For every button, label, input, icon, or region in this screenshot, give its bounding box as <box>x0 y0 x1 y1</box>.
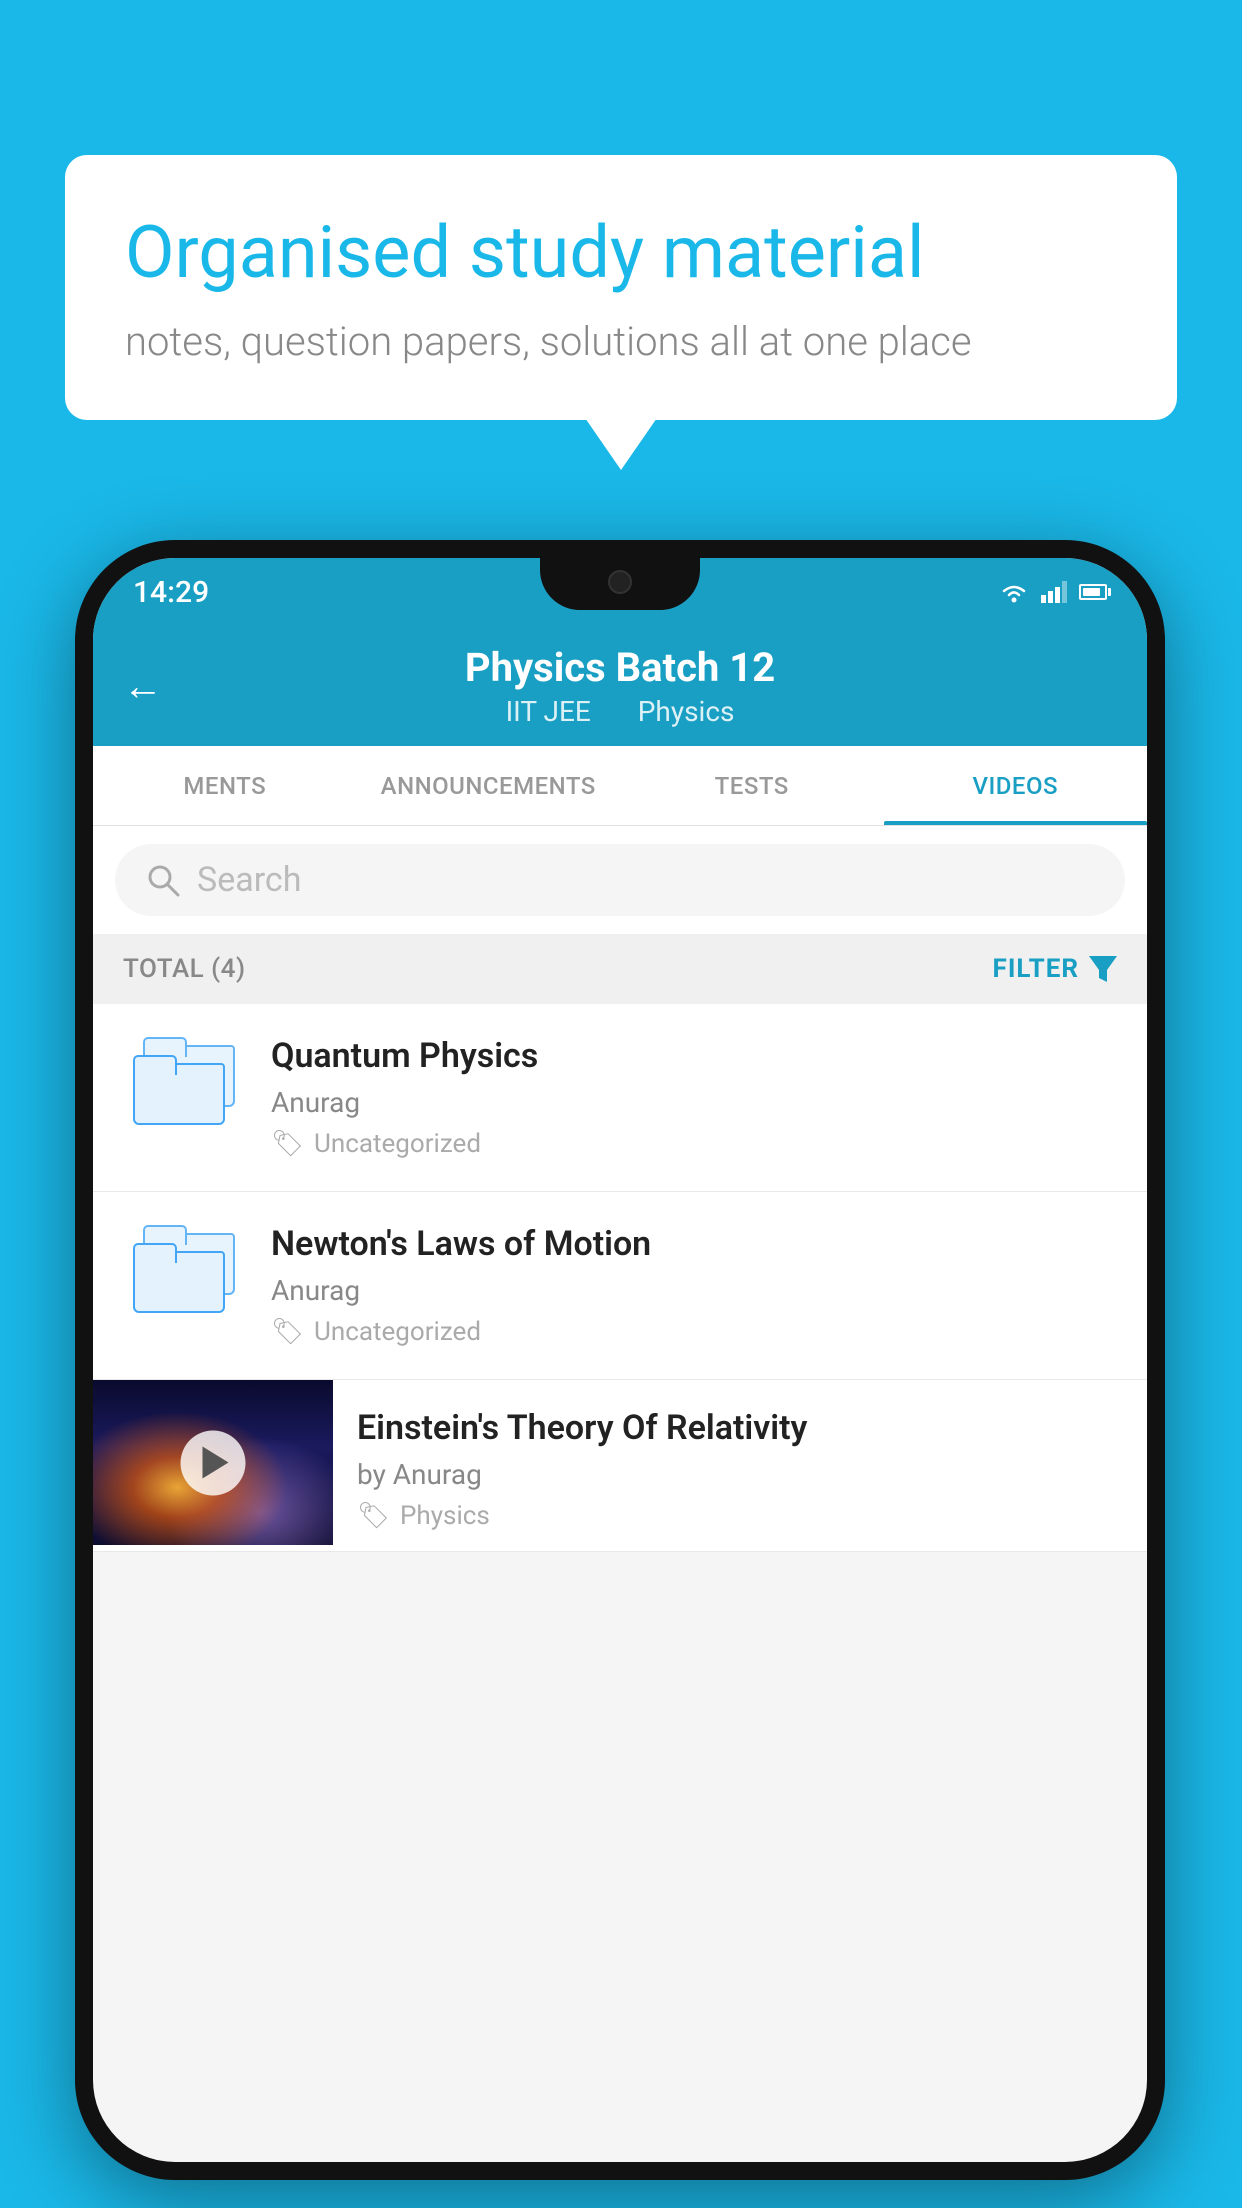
tab-announcements[interactable]: ANNOUNCEMENTS <box>357 746 621 825</box>
speech-bubble-section: Organised study material notes, question… <box>65 155 1177 420</box>
filter-row: TOTAL (4) FILTER <box>93 934 1147 1004</box>
bubble-subtitle: notes, question papers, solutions all at… <box>125 318 1117 365</box>
video-item-info-3: Einstein's Theory Of Relativity by Anura… <box>333 1380 1147 1551</box>
phone-frame: 14:29 <box>75 540 1165 2180</box>
video-author-1: Anurag <box>271 1086 1117 1119</box>
app-bar-title: Physics Batch 12 <box>465 644 775 691</box>
video-item-info-1: Quantum Physics Anurag 🏷 Uncategorized <box>271 1036 1117 1159</box>
search-icon <box>145 862 181 898</box>
folder-thumb-2 <box>123 1224 243 1314</box>
list-item[interactable]: Quantum Physics Anurag 🏷 Uncategorized <box>93 1004 1147 1192</box>
app-bar-subtitle-physics: Physics <box>638 695 735 728</box>
tag-label-2: Uncategorized <box>314 1317 481 1347</box>
status-time: 14:29 <box>133 575 209 610</box>
video-title-2: Newton's Laws of Motion <box>271 1224 1117 1264</box>
bubble-title: Organised study material <box>125 210 1117 296</box>
search-placeholder: Search <box>197 860 301 900</box>
video-list: Quantum Physics Anurag 🏷 Uncategorized <box>93 1004 1147 1552</box>
phone-screen: 14:29 <box>93 558 1147 2162</box>
play-icon <box>203 1447 229 1479</box>
camera-icon <box>608 570 632 594</box>
back-button[interactable]: ← <box>123 663 163 710</box>
tag-icon-3: 🏷 <box>357 1501 390 1531</box>
filter-icon <box>1089 956 1117 982</box>
video-tag-2: 🏷 Uncategorized <box>271 1317 1117 1347</box>
video-title-1: Quantum Physics <box>271 1036 1117 1076</box>
video-author-2: Anurag <box>271 1274 1117 1307</box>
folder-icon-2 <box>133 1225 233 1313</box>
list-item[interactable]: Newton's Laws of Motion Anurag 🏷 Uncateg… <box>93 1192 1147 1380</box>
tab-ments[interactable]: MENTS <box>93 746 357 825</box>
app-bar-subtitle-iit: IIT JEE <box>506 695 591 728</box>
video-thumbnail-3 <box>93 1380 333 1545</box>
wifi-icon <box>999 581 1029 603</box>
status-bar: 14:29 <box>93 558 1147 626</box>
tab-videos[interactable]: VIDEOS <box>884 746 1148 825</box>
status-icons <box>999 581 1107 603</box>
app-bar-subtitle: IIT JEE Physics <box>496 695 745 728</box>
video-tag-1: 🏷 Uncategorized <box>271 1129 1117 1159</box>
play-button[interactable] <box>181 1430 246 1495</box>
search-bar-container: Search <box>93 826 1147 934</box>
tab-tests[interactable]: TESTS <box>620 746 884 825</box>
notch <box>540 558 700 610</box>
folder-thumb-1 <box>123 1036 243 1126</box>
tag-label-1: Uncategorized <box>314 1129 481 1159</box>
tag-icon-1: 🏷 <box>271 1129 304 1159</box>
video-tag-3: 🏷 Physics <box>357 1501 1127 1531</box>
video-item-info-2: Newton's Laws of Motion Anurag 🏷 Uncateg… <box>271 1224 1117 1347</box>
tabs-bar: MENTS ANNOUNCEMENTS TESTS VIDEOS <box>93 746 1147 826</box>
speech-bubble: Organised study material notes, question… <box>65 155 1177 420</box>
video-title-3: Einstein's Theory Of Relativity <box>357 1408 1127 1448</box>
app-bar: ← Physics Batch 12 IIT JEE Physics <box>93 626 1147 746</box>
filter-button[interactable]: FILTER <box>993 954 1117 984</box>
folder-icon-1 <box>133 1037 233 1125</box>
signal-icon <box>1041 581 1067 603</box>
battery-icon <box>1079 584 1107 600</box>
filter-label: FILTER <box>993 954 1079 984</box>
video-author-3: by Anurag <box>357 1458 1127 1491</box>
tag-label-3: Physics <box>400 1501 490 1531</box>
list-item[interactable]: Einstein's Theory Of Relativity by Anura… <box>93 1380 1147 1552</box>
total-label: TOTAL (4) <box>123 954 246 984</box>
tag-icon-2: 🏷 <box>271 1317 304 1347</box>
search-bar[interactable]: Search <box>115 844 1125 916</box>
